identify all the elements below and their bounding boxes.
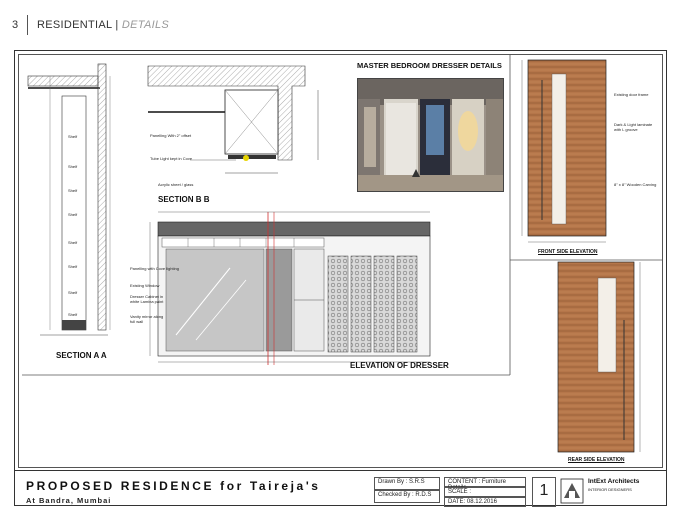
dresser-elevation-drawing <box>149 211 431 365</box>
shelf-label: Shelf <box>68 312 78 317</box>
scale-cell: SCALE : <box>444 487 526 497</box>
drawn-by: Drawn By : S.R.S <box>374 477 440 490</box>
elevation-note: Vanity mirror along full wall <box>130 314 164 324</box>
shelf-label: Shelf <box>68 134 78 139</box>
firm-logo-icon <box>560 478 584 504</box>
sheet-number-cell: 1 <box>532 477 556 507</box>
shelf-label: Shelf <box>68 290 78 295</box>
date-cell: DATE: 08.12.2016 <box>444 497 526 507</box>
checked-by: Checked By : R.D.S <box>374 490 440 503</box>
shelf-label: Shelf <box>68 188 78 193</box>
date-text: DATE: 08.12.2016 <box>448 499 497 505</box>
firm-subtitle: INTERIOR DESIGNERS <box>588 487 632 492</box>
drawing-linework <box>22 54 663 453</box>
checked-by-text: Checked By : R.D.S <box>378 492 432 498</box>
rear-elevation-title: REAR SIDE ELEVATION <box>568 457 625 463</box>
project-location: At Bandra, Mumbai <box>26 496 112 505</box>
content-cell: CONTENT : Furniture Details <box>444 477 526 491</box>
front-note: Existing door frame <box>614 92 649 97</box>
shelf-label: Shelf <box>68 212 78 217</box>
scale-text: SCALE : <box>448 489 472 495</box>
elevation-note: Panelling with Cove lighting <box>130 266 179 271</box>
sheet-number: 1 <box>539 482 549 499</box>
bb-note: Panelling With 2" offset <box>150 133 192 138</box>
section-bb-title: SECTION B B <box>158 195 210 204</box>
front-elevation-title: FRONT SIDE ELEVATION <box>538 249 598 255</box>
front-door-drawing <box>521 59 607 243</box>
shelf-label: Shelf <box>68 240 78 245</box>
photo-render <box>358 79 503 191</box>
photo-title: MASTER BEDROOM DRESSER DETAILS <box>357 61 502 70</box>
shelf-label: Shelf <box>68 164 78 169</box>
front-note: Dark & Light laminate with L groove <box>614 122 653 132</box>
dresser-photo <box>357 78 504 192</box>
firm-name: IntExt Architects <box>588 478 640 485</box>
elevation-note: Dresser Cabinet in white Lamina paint <box>130 294 164 304</box>
elevation-title: ELEVATION OF DRESSER <box>350 361 449 370</box>
elevation-note: Existing Window <box>130 283 160 288</box>
drawn-by-text: Drawn By : S.R.S <box>378 479 425 485</box>
rear-door-drawing <box>557 261 641 453</box>
title-block: PROPOSED RESIDENCE for Taireja's At Band… <box>14 470 667 507</box>
bb-note: Tube Light kept in Cove <box>150 156 193 161</box>
section-aa-title: SECTION A A <box>56 351 107 360</box>
shelf-label: Shelf <box>68 264 78 269</box>
project-title: PROPOSED RESIDENCE for Taireja's <box>26 479 321 493</box>
bb-note: Acrylic sheet / glass <box>158 182 194 187</box>
front-note: 8" x 8" Wooden Carving <box>614 182 657 187</box>
